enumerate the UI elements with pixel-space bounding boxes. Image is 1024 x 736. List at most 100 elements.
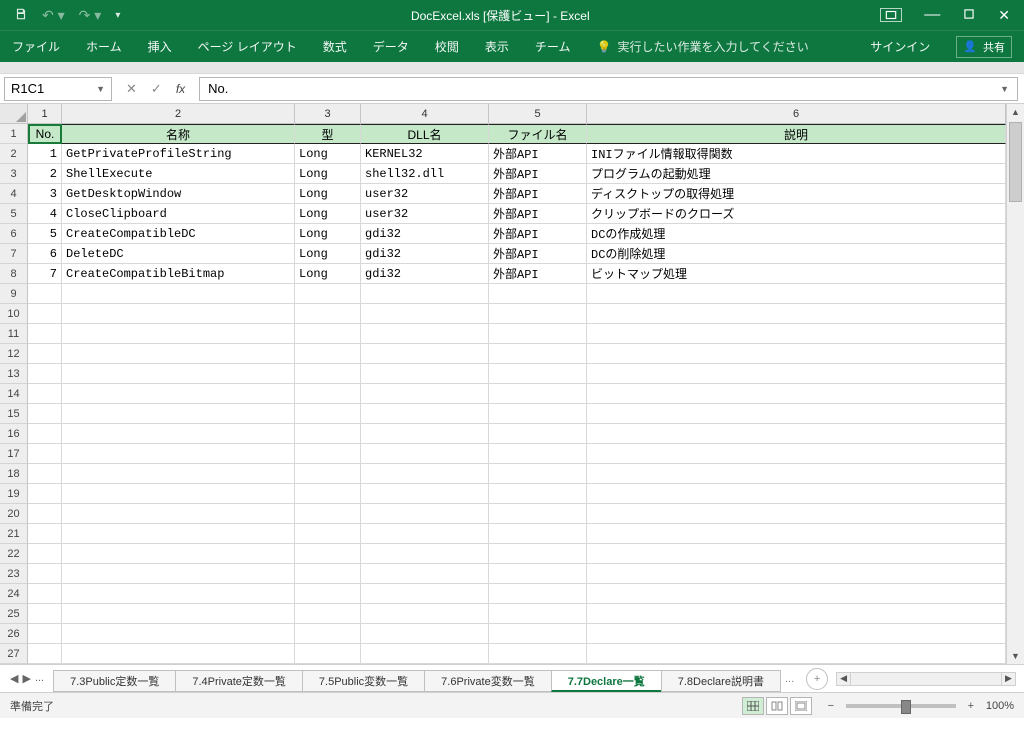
cell[interactable] (489, 444, 587, 464)
cell[interactable]: ShellExecute (62, 164, 295, 184)
row-header[interactable]: 15 (0, 404, 27, 424)
tab-data[interactable]: データ (373, 38, 409, 55)
zoom-in-icon[interactable]: + (964, 700, 978, 712)
cell[interactable] (295, 324, 361, 344)
tab-view[interactable]: 表示 (485, 38, 509, 55)
cell[interactable] (361, 484, 489, 504)
cell[interactable]: プログラムの起動処理 (587, 164, 1006, 184)
header-cell[interactable]: 説明 (587, 124, 1006, 144)
cell[interactable] (489, 284, 587, 304)
tab-insert[interactable]: 挿入 (148, 38, 172, 55)
cell[interactable]: CloseClipboard (62, 204, 295, 224)
cell[interactable] (62, 384, 295, 404)
cell[interactable]: 外部API (489, 184, 587, 204)
cell[interactable]: INIファイル情報取得関数 (587, 144, 1006, 164)
row-header[interactable]: 12 (0, 344, 27, 364)
row-header[interactable]: 10 (0, 304, 27, 324)
cell[interactable]: DCの作成処理 (587, 224, 1006, 244)
cell[interactable]: Long (295, 244, 361, 264)
scroll-right-icon[interactable]: ▶ (1001, 673, 1015, 685)
row-header[interactable]: 25 (0, 604, 27, 624)
cell[interactable]: CreateCompatibleDC (62, 224, 295, 244)
row-header[interactable]: 4 (0, 184, 27, 204)
cell[interactable] (361, 364, 489, 384)
nav-more-icon[interactable]: ... (35, 672, 44, 685)
cell[interactable]: user32 (361, 184, 489, 204)
cell[interactable] (62, 624, 295, 644)
enter-icon[interactable]: ✓ (151, 81, 162, 97)
cell[interactable] (587, 444, 1006, 464)
cell[interactable] (361, 564, 489, 584)
header-cell[interactable]: DLL名 (361, 124, 489, 144)
cell[interactable]: 5 (28, 224, 62, 244)
cell[interactable]: 外部API (489, 164, 587, 184)
cell[interactable]: gdi32 (361, 244, 489, 264)
cell[interactable] (587, 484, 1006, 504)
undo-icon[interactable]: ↶ ▾ (42, 7, 65, 24)
cell[interactable] (28, 524, 62, 544)
sign-in[interactable]: サインイン (870, 38, 930, 55)
cell[interactable]: 外部API (489, 204, 587, 224)
row-header[interactable]: 26 (0, 624, 27, 644)
cell[interactable] (295, 384, 361, 404)
cell[interactable] (587, 544, 1006, 564)
cell[interactable] (62, 484, 295, 504)
cell[interactable] (295, 604, 361, 624)
cell[interactable]: GetPrivateProfileString (62, 144, 295, 164)
cell[interactable] (28, 424, 62, 444)
cell[interactable] (295, 304, 361, 324)
chevron-down-icon[interactable]: ▼ (96, 84, 105, 94)
header-cell[interactable]: 型 (295, 124, 361, 144)
zoom-out-icon[interactable]: − (824, 700, 838, 712)
cell[interactable] (295, 584, 361, 604)
cell[interactable] (295, 364, 361, 384)
cell[interactable] (295, 564, 361, 584)
cell[interactable]: Long (295, 144, 361, 164)
cell[interactable]: gdi32 (361, 264, 489, 284)
cell[interactable]: 外部API (489, 244, 587, 264)
sheet-tab-more[interactable]: ... (781, 673, 798, 685)
row-header[interactable]: 27 (0, 644, 27, 664)
cell[interactable] (295, 644, 361, 664)
cell[interactable] (587, 364, 1006, 384)
cell[interactable] (587, 304, 1006, 324)
tab-team[interactable]: チーム (535, 38, 571, 55)
tell-me[interactable]: 💡 実行したい作業を入力してください (596, 38, 808, 55)
row-header[interactable]: 3 (0, 164, 27, 184)
cell[interactable] (28, 644, 62, 664)
cell[interactable]: 4 (28, 204, 62, 224)
cell[interactable]: 外部API (489, 144, 587, 164)
scroll-up-icon[interactable]: ▲ (1007, 104, 1024, 120)
cell[interactable] (28, 284, 62, 304)
cell[interactable] (28, 364, 62, 384)
row-header[interactable]: 18 (0, 464, 27, 484)
name-box[interactable]: R1C1 ▼ (4, 77, 112, 101)
maximize-icon[interactable] (962, 7, 976, 24)
cell[interactable]: ビットマップ処理 (587, 264, 1006, 284)
cell[interactable]: DCの削除処理 (587, 244, 1006, 264)
cell[interactable] (62, 364, 295, 384)
cell[interactable] (489, 544, 587, 564)
row-header[interactable]: 19 (0, 484, 27, 504)
cell[interactable] (62, 644, 295, 664)
cell[interactable] (587, 624, 1006, 644)
cell[interactable] (489, 344, 587, 364)
tab-home[interactable]: ホーム (86, 38, 122, 55)
cell[interactable] (587, 584, 1006, 604)
cell[interactable] (28, 624, 62, 644)
cell[interactable] (361, 304, 489, 324)
new-sheet-button[interactable]: + (806, 668, 828, 690)
cell[interactable]: 3 (28, 184, 62, 204)
row-header[interactable]: 14 (0, 384, 27, 404)
cell[interactable] (28, 384, 62, 404)
row-header[interactable]: 16 (0, 424, 27, 444)
row-header[interactable]: 7 (0, 244, 27, 264)
cancel-icon[interactable]: ✕ (126, 81, 137, 97)
cell[interactable] (28, 324, 62, 344)
cell[interactable] (28, 564, 62, 584)
cell[interactable]: shell32.dll (361, 164, 489, 184)
cell[interactable]: 外部API (489, 264, 587, 284)
cell[interactable]: DeleteDC (62, 244, 295, 264)
cell[interactable] (62, 524, 295, 544)
cell[interactable] (361, 524, 489, 544)
